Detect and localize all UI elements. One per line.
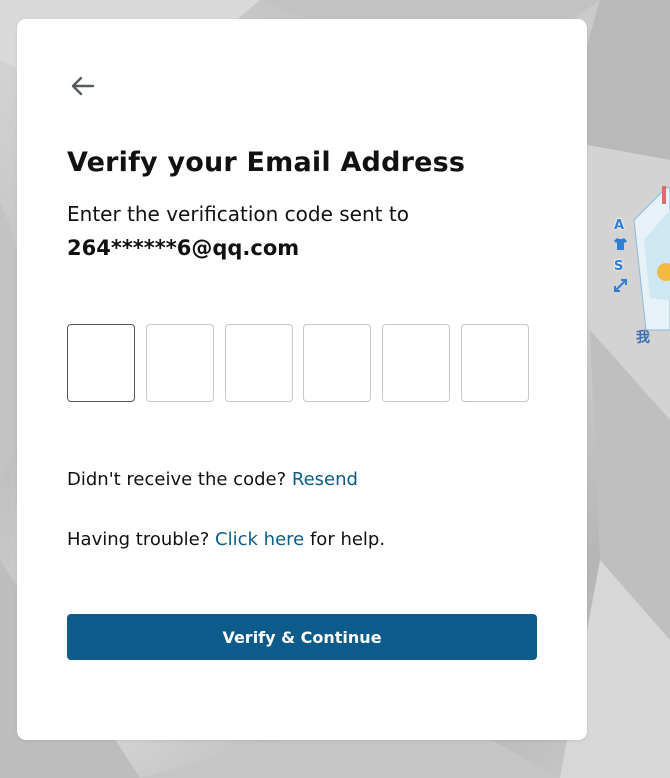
code-digit-4[interactable] (303, 324, 371, 402)
expand-icon[interactable] (614, 279, 627, 297)
code-digit-5[interactable] (382, 324, 450, 402)
code-digit-1[interactable] (67, 324, 135, 402)
help-prefix: Having trouble? (67, 529, 210, 550)
verification-code-inputs (67, 324, 538, 404)
side-letter-a[interactable]: A (614, 218, 627, 234)
code-digit-6[interactable] (461, 324, 529, 402)
page-title: Verify your Email Address (67, 147, 466, 178)
help-suffix: for help. (309, 529, 386, 550)
code-digit-3[interactable] (225, 324, 293, 402)
verification-modal: Verify your Email Address Enter the veri… (17, 19, 587, 740)
side-letter-s[interactable]: S (614, 259, 627, 275)
resend-row: Didn't receive the code? Resend (67, 468, 358, 492)
back-button[interactable] (67, 73, 97, 99)
code-digit-2[interactable] (146, 324, 214, 402)
svg-text:我: 我 (636, 330, 650, 346)
instruction-text: Enter the verification code sent to (67, 202, 409, 226)
side-widget: 我 A S (606, 180, 670, 360)
help-row: Having trouble? Click here for help. (67, 528, 385, 552)
help-link[interactable]: Click here (215, 529, 304, 550)
shirt-icon[interactable] (614, 238, 627, 255)
resend-link[interactable]: Resend (292, 469, 358, 490)
resend-prompt: Didn't receive the code? (67, 469, 287, 490)
masked-email: 264******6@qq.com (67, 236, 300, 260)
verify-continue-button[interactable]: Verify & Continue (67, 614, 537, 660)
arrow-left-icon (71, 76, 95, 96)
